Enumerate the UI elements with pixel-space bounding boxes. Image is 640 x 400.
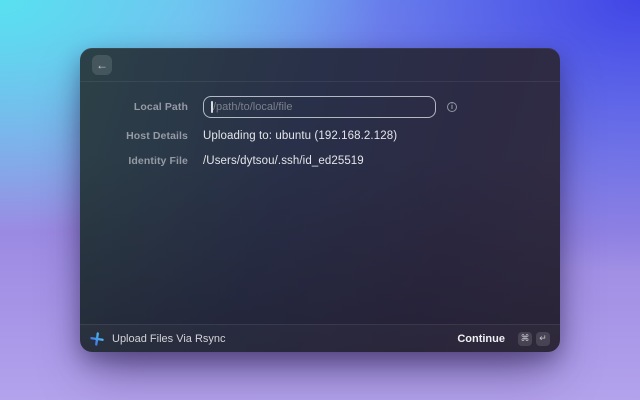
- identity-file-value: /Users/dytsou/.ssh/id_ed25519: [203, 155, 364, 167]
- extension-title: Upload Files Via Rsync: [112, 333, 226, 345]
- back-button[interactable]: ←: [92, 55, 112, 75]
- local-path-row: Local Path i: [80, 96, 560, 118]
- dialog-body: Local Path i Host Details Uploading to: …: [80, 82, 560, 324]
- identity-file-row: Identity File /Users/dytsou/.ssh/id_ed25…: [80, 152, 560, 170]
- rsync-upload-dialog: ← Local Path i Host Details: [80, 48, 560, 352]
- text-caret: [211, 101, 213, 113]
- back-arrow-icon: ←: [96, 59, 108, 71]
- rsync-extension-icon: [90, 332, 104, 346]
- return-key-icon: ↵: [536, 332, 550, 346]
- footer-actions: Continue ⌘ ↵: [457, 332, 550, 346]
- identity-file-label: Identity File: [80, 155, 188, 167]
- host-details-row: Host Details Uploading to: ubuntu (192.1…: [80, 127, 560, 145]
- dialog-footer: Upload Files Via Rsync Continue ⌘ ↵: [80, 324, 560, 352]
- info-icon[interactable]: i: [447, 102, 457, 112]
- continue-button[interactable]: Continue: [457, 333, 505, 345]
- local-path-label: Local Path: [80, 101, 188, 113]
- desktop-background: ← Local Path i Host Details: [0, 0, 640, 400]
- command-key-icon: ⌘: [518, 332, 532, 346]
- host-details-label: Host Details: [80, 130, 188, 142]
- local-path-input-wrap: [203, 96, 436, 118]
- dialog-header: ←: [80, 48, 560, 82]
- host-details-value: Uploading to: ubuntu (192.168.2.128): [203, 130, 397, 142]
- local-path-input[interactable]: [203, 96, 436, 118]
